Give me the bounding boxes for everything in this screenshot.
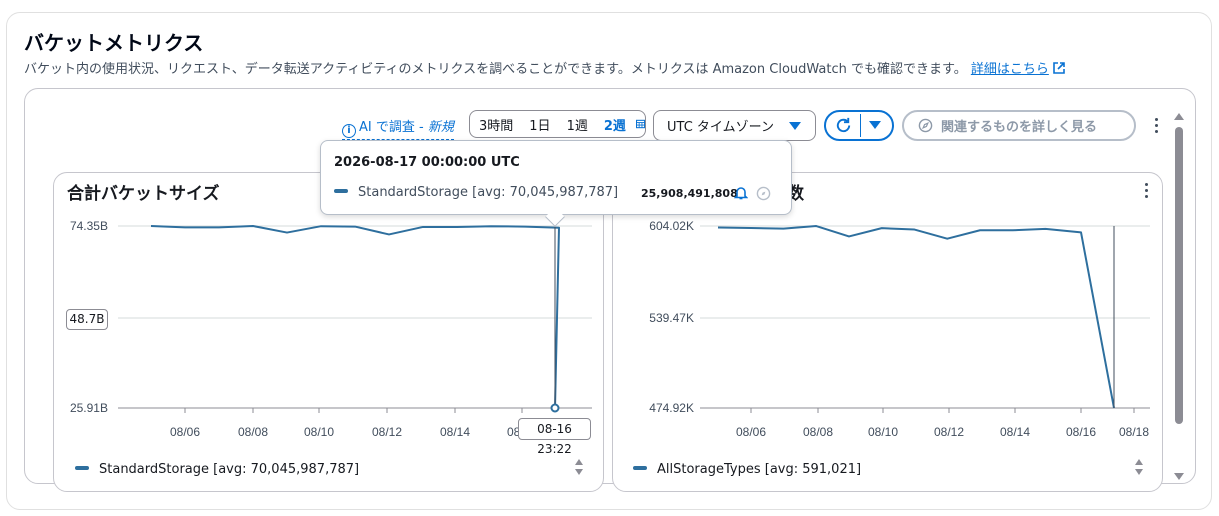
x-tick-label: 08/06 [736,425,766,439]
x-tick-label: 08/06 [170,425,200,439]
y-tick-label: 474.92K [649,401,694,415]
legend-scroll-arrows[interactable] [1135,459,1143,481]
x-tick-label: 08/14 [440,425,470,439]
y-hover-label: 48.7B [66,309,108,330]
x-tick-label: 08/08 [238,425,268,439]
legend-swatch [633,466,647,470]
y-tick-label: 539.47K [649,311,694,325]
legend-scroll-arrows[interactable] [575,459,583,481]
y-tick-label: 74.35B [70,219,108,233]
hover-point [550,403,560,413]
series-line-StandardStorage [150,225,560,409]
legend-swatch [75,466,89,470]
x-hover-label: 08-16 23:22 [518,418,591,456]
tooltip-series-label: StandardStorage [avg: 70,045,987,787] [358,185,619,200]
datapoint-tooltip: 2026-08-17 00:00:00 UTC StandardStorage … [320,140,792,215]
bell-icon[interactable] [734,185,748,200]
series-line-AllStorageTypes [717,225,1115,409]
x-tick-label: 08/18 [1119,425,1149,439]
charts-svg: 74.35B48.7B25.91B08/0608/0808/1008/1208/… [70,219,1150,439]
x-tick-label: 08/08 [803,425,833,439]
y-tick-label: 25.91B [70,401,108,415]
tooltip-series: StandardStorage [avg: 70,045,987,787] [334,185,618,200]
tooltip-value: 25,908,491,808 [641,187,738,200]
x-tick-label: 08/16 [1066,425,1096,439]
x-tick-label: 08/10 [304,425,334,439]
tooltip-swatch [334,189,348,193]
x-tick-label: 08/10 [868,425,898,439]
x-tick-label: 08/12 [372,425,402,439]
tooltip-time: 2026-08-17 00:00:00 UTC [334,155,520,170]
legend-label: AllStorageTypes [avg: 591,021] [657,462,862,477]
compass-icon[interactable] [756,186,771,201]
legend-all-storage-types[interactable]: AllStorageTypes [avg: 591,021] [633,462,861,477]
y-tick-label: 604.02K [649,219,694,233]
x-tick-label: 08/14 [1000,425,1030,439]
legend-label: StandardStorage [avg: 70,045,987,787] [99,462,360,477]
legend-standard-storage[interactable]: StandardStorage [avg: 70,045,987,787] [75,462,359,477]
x-tick-label: 08/12 [934,425,964,439]
